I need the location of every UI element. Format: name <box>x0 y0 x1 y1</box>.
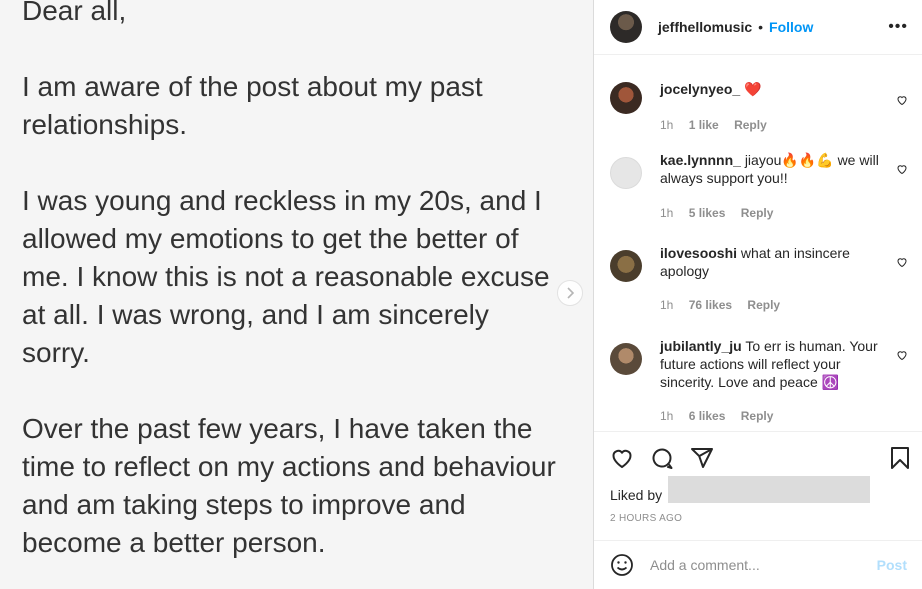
post-paragraph: I was young and reckless in my 20s, and … <box>22 185 550 368</box>
like-heart-icon[interactable] <box>896 349 908 361</box>
post-paragraph: I am aware of the post about my past rel… <box>22 71 483 140</box>
comment-meta: 1h 5 likes Reply <box>660 206 785 220</box>
like-heart-icon[interactable] <box>896 163 908 175</box>
comment-time: 1h <box>660 206 674 220</box>
comment-body: jocelynyeo_ ❤️ <box>660 80 892 98</box>
follow-button[interactable]: Follow <box>769 19 813 35</box>
comment-body: ilovesooshi what an insincere apology <box>660 244 892 280</box>
comment-meta: 1h 1 like Reply <box>660 118 779 132</box>
comment-item: kae.lynnnn_ jiayou🔥🔥💪 we will always sup… <box>610 151 910 226</box>
reply-button[interactable]: Reply <box>734 118 767 132</box>
post-paragraph: Over the past few years, I have taken th… <box>22 413 556 558</box>
author-username[interactable]: jeffhellomusic <box>658 19 752 35</box>
comment-item: jocelynyeo_ ❤️ 1h 1 like Reply <box>610 76 910 136</box>
comment-meta: 1h 6 likes Reply <box>660 409 785 423</box>
comment-username[interactable]: kae.lynnnn_ <box>660 152 741 168</box>
comment-likes[interactable]: 1 like <box>689 118 719 132</box>
avatar[interactable] <box>610 343 642 375</box>
share-icon[interactable] <box>690 446 714 470</box>
avatar[interactable] <box>610 82 642 114</box>
emoji-icon[interactable] <box>610 553 634 577</box>
post-header: jeffhellomusic • Follow ••• <box>594 0 922 55</box>
avatar[interactable] <box>610 250 642 282</box>
comment-icon[interactable] <box>650 446 674 470</box>
reply-button[interactable]: Reply <box>747 298 780 312</box>
post-comment-button[interactable]: Post <box>877 557 907 573</box>
liked-by-label: Liked by <box>610 487 663 503</box>
separator-dot: • <box>758 19 764 35</box>
post-side-panel: jeffhellomusic • Follow ••• jocelynyeo_ … <box>593 0 922 589</box>
comment-body: kae.lynnnn_ jiayou🔥🔥💪 we will always sup… <box>660 151 892 187</box>
comment-body: jubilantly_ju To err is human. Your futu… <box>660 337 892 391</box>
comment-item: jubilantly_ju To err is human. Your futu… <box>610 337 910 427</box>
comment-time: 1h <box>660 118 674 132</box>
comment-likes[interactable]: 6 likes <box>689 409 726 423</box>
post-text: Dear all, I am aware of the post about m… <box>22 0 562 589</box>
comment-item: ilovesooshi what an insincere apology 1h… <box>610 244 910 314</box>
chevron-right-icon <box>567 287 575 299</box>
add-comment-bar: Add a comment... Post <box>594 540 922 589</box>
avatar[interactable] <box>610 157 642 189</box>
like-heart-icon[interactable] <box>896 256 908 268</box>
comment-username[interactable]: jubilantly_ju <box>660 338 742 354</box>
post-paragraph: Dear all, <box>22 0 127 26</box>
comment-text: ❤️ <box>744 81 762 97</box>
bookmark-icon[interactable] <box>890 446 910 470</box>
reply-button[interactable]: Reply <box>741 206 774 220</box>
comment-likes[interactable]: 76 likes <box>689 298 732 312</box>
comment-time: 1h <box>660 298 674 312</box>
comment-username[interactable]: ilovesooshi <box>660 245 737 261</box>
avatar[interactable] <box>610 11 642 43</box>
post-image: Dear all, I am aware of the post about m… <box>0 0 593 589</box>
liked-by-redacted <box>668 476 870 503</box>
comment-likes[interactable]: 5 likes <box>689 206 726 220</box>
heart-icon[interactable] <box>610 446 634 470</box>
comment-meta: 1h 76 likes Reply <box>660 298 792 312</box>
like-heart-icon[interactable] <box>896 94 908 106</box>
reply-button[interactable]: Reply <box>741 409 774 423</box>
more-options-icon[interactable]: ••• <box>888 18 908 36</box>
next-image-button[interactable] <box>557 280 583 306</box>
comment-time: 1h <box>660 409 674 423</box>
post-timestamp[interactable]: 2 HOURS AGO <box>610 513 682 524</box>
post-actions: Liked by 2 HOURS AGO <box>594 431 922 539</box>
comment-input[interactable]: Add a comment... <box>650 557 877 573</box>
comment-username[interactable]: jocelynyeo_ <box>660 81 740 97</box>
